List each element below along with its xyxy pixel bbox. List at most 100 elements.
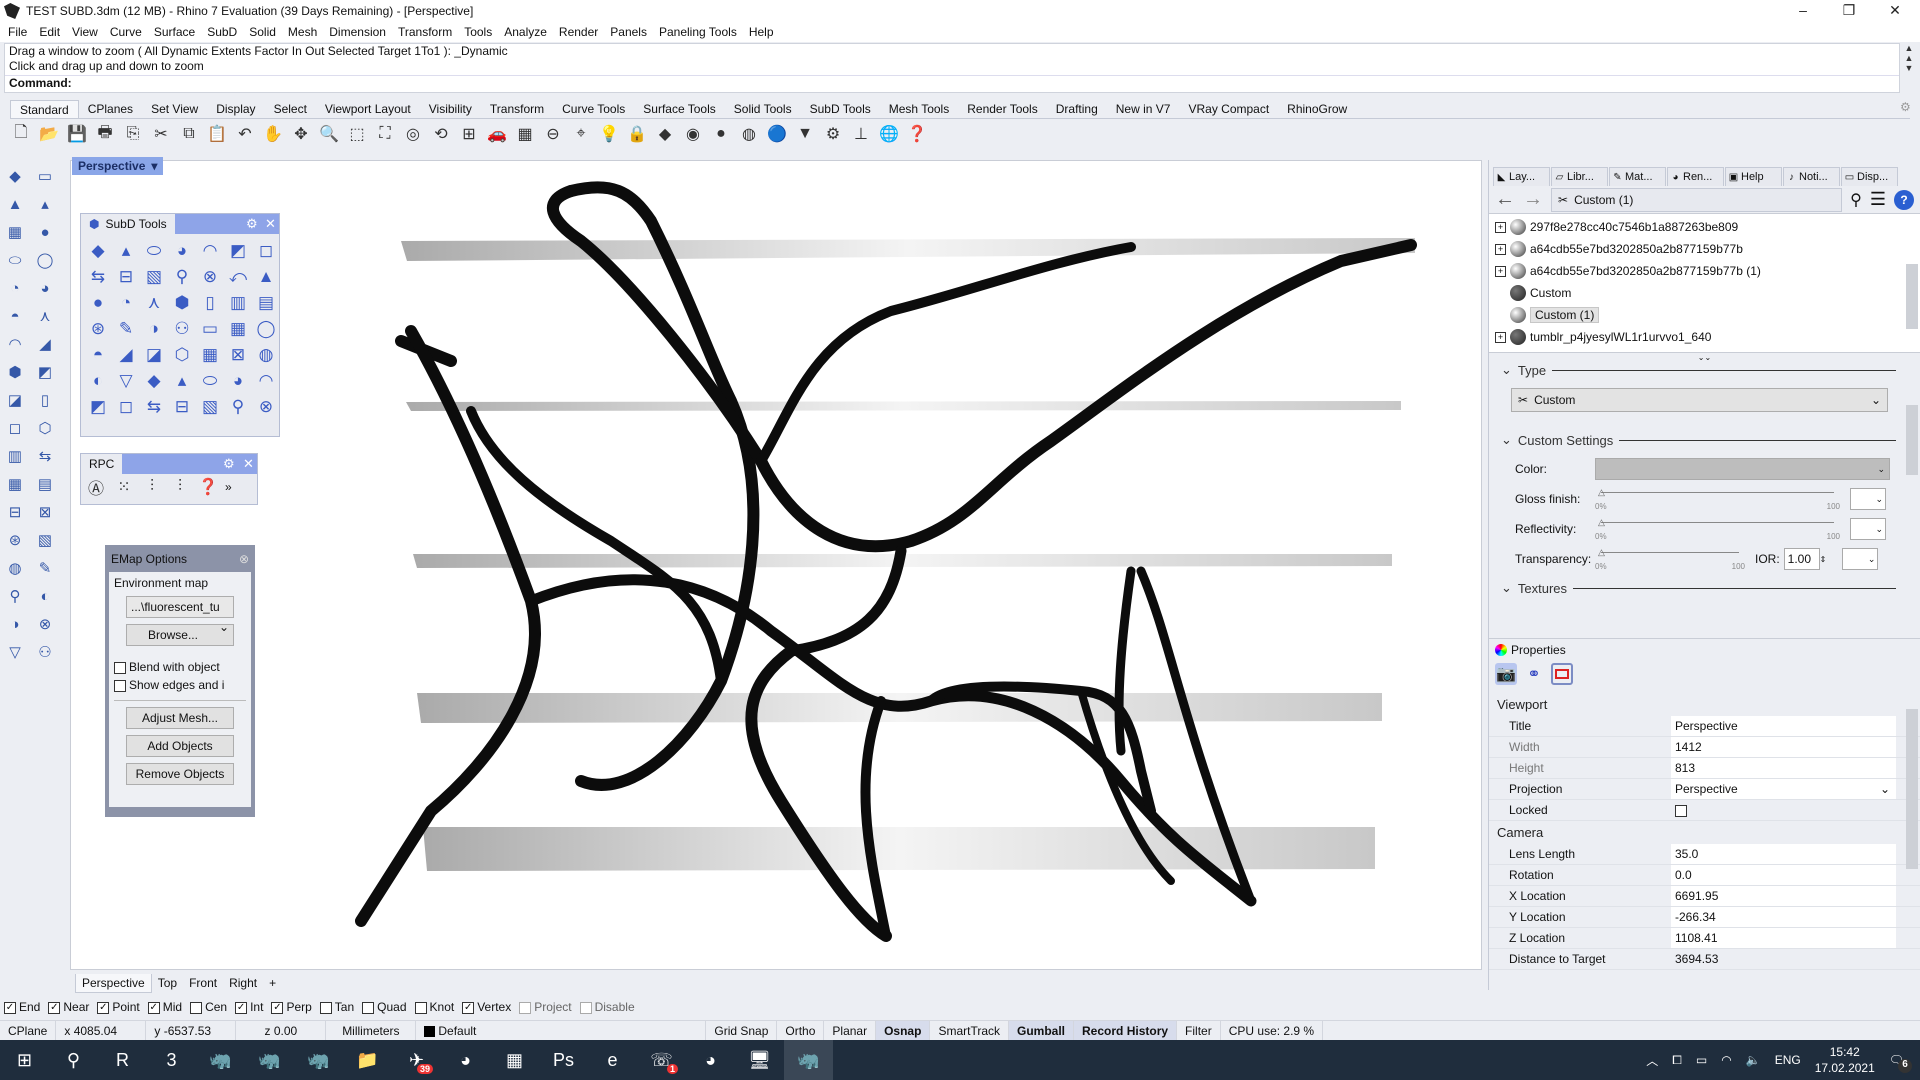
layer-icon[interactable]: ◆ [654,123,676,145]
language-indicator[interactable]: ENG [1775,1053,1801,1067]
transparency-slider[interactable]: △ 0% 100 [1595,547,1745,571]
panel-tab-help[interactable]: ▣ Help [1725,167,1782,186]
subd-strip-icon[interactable]: ⬭ [197,368,223,394]
solid-tools-icon[interactable]: ◩ [34,361,56,383]
menu-edit[interactable]: Edit [39,25,60,39]
minimize-button[interactable]: – [1780,0,1826,22]
menu-analyze[interactable]: Analyze [504,25,547,39]
viber-icon[interactable]: ☏ 1 [637,1040,686,1080]
osnap-tan[interactable]: Tan [319,1000,354,1014]
smarttrack-toggle[interactable]: SmartTrack [930,1021,1009,1040]
join-icon[interactable]: ▥ [4,445,26,467]
cone-icon[interactable]: ▼ [794,123,816,145]
network-monitor-icon[interactable]: 🖥 [735,1040,784,1080]
point-icon[interactable]: ▭ [34,165,56,187]
subd-thicken-icon[interactable]: ◪ [141,342,167,368]
subd-vertex-icon[interactable]: ◩ [85,394,111,420]
ellipse-icon[interactable]: ◔ [4,277,26,299]
file-explorer-icon[interactable]: 📁 [343,1040,392,1080]
surface-tools-icon[interactable]: ⋏ [34,305,56,327]
remove-objects-button[interactable]: Remove Objects [126,763,234,785]
gloss-slider[interactable]: △ 0% 100 [1595,487,1840,511]
mesh-icon[interactable]: ◪ [4,389,26,411]
tab-subd-tools[interactable]: SubD Tools [801,100,880,119]
expand-icon[interactable]: + [1495,331,1506,343]
property-value-locked[interactable] [1671,800,1896,820]
analyze-icon[interactable]: ✎ [34,557,56,579]
photoshop-icon[interactable]: Ps [539,1040,588,1080]
close-icon[interactable]: ✕ [265,216,276,232]
restore-button[interactable]: ❐ [1826,0,1872,22]
subd-points-icon[interactable]: ⇆ [141,394,167,420]
subd-match-icon[interactable]: ◐ [85,368,111,394]
explode-icon[interactable]: ▯ [34,389,56,411]
subd-offset-icon[interactable]: ◢ [113,342,139,368]
property-value-distance-to-target[interactable]: 3694.53 [1671,949,1896,969]
rpc-edit-icon[interactable]: ⫶ [169,476,191,498]
type-dropdown[interactable]: ✂ Custom ⌄ [1511,388,1888,412]
checkbox[interactable] [519,1001,532,1014]
subd-torus-icon[interactable]: ⇆ [85,264,111,290]
type-section[interactable]: ⌄ Type [1489,360,1920,380]
undo-icon[interactable]: ↶ [234,123,256,145]
menu-view[interactable]: View [72,25,98,39]
subd-edge-strip-icon[interactable]: ◆ [141,368,167,394]
light-icon[interactable]: 💡 [598,123,620,145]
rpc-scatter-icon[interactable]: ⁙ [113,476,135,498]
curve-icon[interactable]: ▴ [34,193,56,215]
browse-button[interactable]: Browse... [126,624,234,646]
osnap-mid[interactable]: ✓ Mid [147,1000,182,1014]
render-icon[interactable]: ⚇ [34,641,56,663]
tab-cplanes[interactable]: CPlanes [79,100,142,119]
subd-crease-icon[interactable]: ▯ [197,290,223,316]
help-icon[interactable]: ? [1894,189,1914,210]
subd-ellipsoid-icon[interactable]: ◻ [253,238,279,264]
subd-insert-point-icon[interactable]: ⬢ [169,290,195,316]
menu-file[interactable]: File [8,25,27,39]
chevron-down-icon[interactable]: ▾ [151,159,157,173]
gear-icon[interactable]: ⚙ [223,456,235,472]
tab-drafting[interactable]: Drafting [1047,100,1107,119]
select-arrow-icon[interactable]: ◆ [4,165,26,187]
checkbox[interactable] [579,1001,592,1014]
extrude-icon[interactable]: ⬢ [4,361,26,383]
zoom-dynamic-icon[interactable]: 🔍 [318,123,340,145]
command-scrollbar[interactable]: ▲ ▲ ▼ [1902,43,1916,93]
checkbox[interactable]: ✓ [4,1001,16,1014]
scrollbar[interactable] [1906,264,1918,329]
subd-loop-icon[interactable]: ▴ [169,368,195,394]
command-area[interactable]: Drag a window to zoom ( All Dynamic Exte… [4,43,1900,93]
subd-bridge-edges-icon[interactable]: ✎ [113,316,139,342]
tab-select[interactable]: Select [265,100,316,119]
panel-tab-library[interactable]: ▱ Libr... [1551,167,1608,186]
subd-grid-icon[interactable]: ◑ [141,316,167,342]
menu-paneling-tools[interactable]: Paneling Tools [659,25,737,39]
expand-icon[interactable]: + [1495,265,1506,277]
menu-render[interactable]: Render [559,25,598,39]
osnap-vertex[interactable]: ✓ Vertex [462,1000,511,1014]
shaded-icon[interactable]: ● [710,123,732,145]
start-icon[interactable]: ⊞ [0,1040,49,1080]
rhino-icon[interactable]: 🦏 [196,1040,245,1080]
tab-standard[interactable]: Standard [10,100,79,119]
subd-cylinder-icon[interactable]: ◠ [197,238,223,264]
subd-weld-icon[interactable]: ◍ [253,342,279,368]
new-icon[interactable]: 🗋 [10,123,32,145]
viewport-title-tab[interactable]: Perspective ▾ [72,157,164,175]
viewport-target-icon[interactable]: ⚭ [1523,663,1545,685]
subd-quadball-icon[interactable]: ⊟ [113,264,139,290]
close-icon[interactable]: ⊗ [239,552,249,566]
cube-icon[interactable]: ▽ [4,641,26,663]
paint-icon[interactable]: ◑ [4,613,26,635]
subd-stitch-icon[interactable]: ⊠ [225,342,251,368]
zoom-extents-icon[interactable]: ⛶ [374,123,396,145]
subd-repair-icon[interactable]: ▦ [197,342,223,368]
subd-patch-icon[interactable]: ◓ [85,342,111,368]
checkbox[interactable]: ✓ [235,1001,248,1014]
gumball-icon[interactable]: ⌖ [570,123,592,145]
chrome2-icon[interactable]: ◕ [686,1040,735,1080]
osnap-near[interactable]: ✓ Near [48,1000,89,1014]
subd-skin-icon[interactable]: ⤺ [225,264,251,290]
tab-rhinogrow[interactable]: RhinoGrow [1278,100,1356,119]
subd-faces-icon[interactable]: ▽ [113,368,139,394]
